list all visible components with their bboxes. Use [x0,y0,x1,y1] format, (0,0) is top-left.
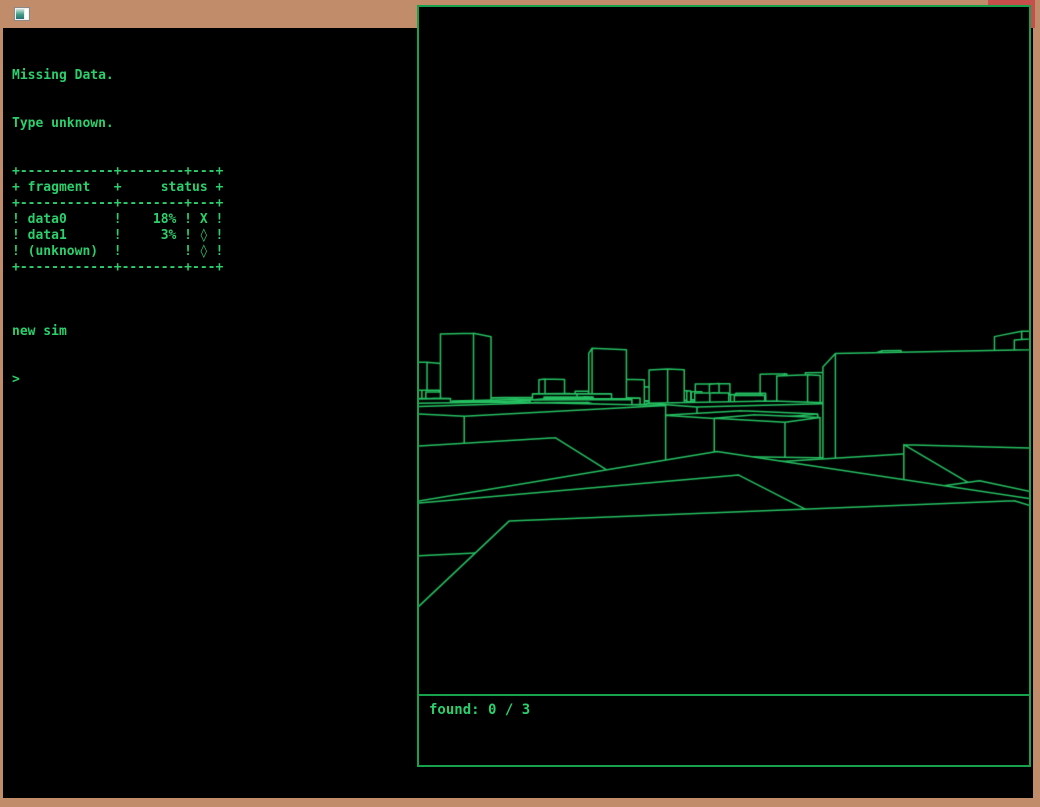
command-prompt[interactable]: > [12,372,402,388]
scene-container [419,7,1029,694]
app-window: Retro Prototype Missing Data. Type unkno… [0,0,1040,807]
terminal-panel: Missing Data. Type unknown. +-----------… [12,36,402,420]
found-counter: found: 0 / 3 [429,702,530,718]
simulation-panel: found: 0 / 3 [417,5,1031,767]
status-bar: found: 0 / 3 [419,694,1029,765]
message-line-1: Missing Data. [12,68,402,84]
app-icon-pane [16,9,24,19]
wireframe-viewport[interactable] [419,7,1029,694]
app-icon-strip [25,9,28,19]
message-line-2: Type unknown. [12,116,402,132]
new-sim-command[interactable]: new sim [12,324,402,340]
fragment-status-table: +------------+--------+---+ + fragment +… [12,164,402,276]
app-icon [14,7,30,21]
